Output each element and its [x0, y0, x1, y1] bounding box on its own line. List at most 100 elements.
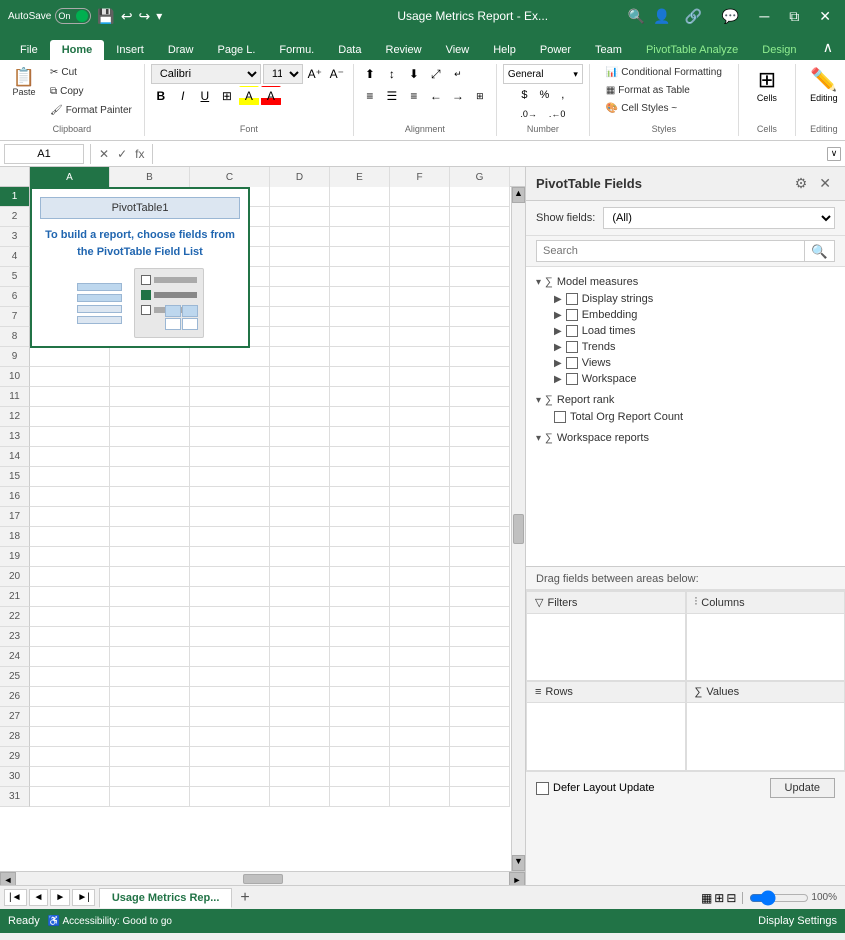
cell-B17[interactable] — [110, 507, 190, 527]
cell-C26[interactable] — [190, 687, 270, 707]
cell-B28[interactable] — [110, 727, 190, 747]
share-button[interactable]: 🔗 — [678, 6, 707, 27]
cell-B19[interactable] — [110, 547, 190, 567]
cell-E26[interactable] — [330, 687, 390, 707]
cell-G30[interactable] — [450, 767, 510, 787]
cell-F1[interactable] — [390, 187, 450, 207]
cell-C21[interactable] — [190, 587, 270, 607]
cell-G6[interactable] — [450, 287, 510, 307]
cell-A13[interactable] — [30, 427, 110, 447]
field-load-times[interactable]: ▶ Load times — [526, 323, 845, 339]
cell-F18[interactable] — [390, 527, 450, 547]
cell-B18[interactable] — [110, 527, 190, 547]
minimize-button[interactable]: ─ — [753, 6, 775, 26]
cell-F21[interactable] — [390, 587, 450, 607]
cell-F27[interactable] — [390, 707, 450, 727]
workspace-reports-header[interactable]: ▾ ∑ Workspace reports — [526, 429, 845, 447]
cell-E23[interactable] — [330, 627, 390, 647]
cell-D20[interactable] — [270, 567, 330, 587]
scroll-up-btn[interactable]: ▲ — [512, 187, 525, 203]
cell-A20[interactable] — [30, 567, 110, 587]
cell-F23[interactable] — [390, 627, 450, 647]
cell-E5[interactable] — [330, 267, 390, 287]
tab-home[interactable]: Home — [50, 40, 105, 60]
cell-G8[interactable] — [450, 327, 510, 347]
cell-A23[interactable] — [30, 627, 110, 647]
cell-E21[interactable] — [330, 587, 390, 607]
wrap-text-button[interactable]: ↵ — [448, 64, 468, 84]
decrease-decimal-button[interactable]: .←0 — [544, 106, 571, 122]
views-checkbox[interactable] — [566, 357, 578, 369]
cell-A14[interactable] — [30, 447, 110, 467]
cell-C17[interactable] — [190, 507, 270, 527]
scroll-down-btn[interactable]: ▼ — [512, 855, 525, 871]
angle-text-button[interactable]: ⤢ — [426, 64, 446, 84]
cell-E12[interactable] — [330, 407, 390, 427]
align-left-button[interactable]: ≡ — [360, 86, 380, 106]
cell-G25[interactable] — [450, 667, 510, 687]
cell-C18[interactable] — [190, 527, 270, 547]
tab-team[interactable]: Team — [583, 40, 634, 60]
increase-font-icon[interactable]: A⁺ — [305, 64, 325, 84]
cell-D7[interactable] — [270, 307, 330, 327]
cell-F17[interactable] — [390, 507, 450, 527]
vertical-scrollbar[interactable]: ▲ ▼ — [511, 187, 525, 871]
cell-D26[interactable] — [270, 687, 330, 707]
sheet-prev-btn[interactable]: ◄ — [29, 889, 49, 906]
cell-D14[interactable] — [270, 447, 330, 467]
col-header-c[interactable]: C — [190, 167, 270, 187]
pivot-panel-close-button[interactable]: ✕ — [815, 173, 835, 194]
cell-E10[interactable] — [330, 367, 390, 387]
cell-F13[interactable] — [390, 427, 450, 447]
cell-D29[interactable] — [270, 747, 330, 767]
cell-F8[interactable] — [390, 327, 450, 347]
cell-D2[interactable] — [270, 207, 330, 227]
pivot-search-input[interactable] — [536, 240, 805, 262]
cell-E31[interactable] — [330, 787, 390, 807]
cell-B11[interactable] — [110, 387, 190, 407]
cell-D27[interactable] — [270, 707, 330, 727]
cell-E14[interactable] — [330, 447, 390, 467]
tab-formulas[interactable]: Formu. — [267, 40, 326, 60]
cell-A9[interactable] — [30, 347, 110, 367]
cell-G29[interactable] — [450, 747, 510, 767]
display-settings-button[interactable]: Display Settings — [758, 915, 837, 927]
cell-B29[interactable] — [110, 747, 190, 767]
cell-A21[interactable] — [30, 587, 110, 607]
align-top-button[interactable]: ⬆ — [360, 64, 380, 84]
formula-bar-expand[interactable]: ∨ — [827, 147, 841, 161]
horizontal-scrollbar[interactable]: ◄ ► — [0, 871, 525, 885]
tab-power[interactable]: Power — [528, 40, 583, 60]
cell-C9[interactable] — [190, 347, 270, 367]
drop-zone-rows[interactable]: ≡ Rows — [526, 681, 686, 771]
quick-access-undo[interactable]: ↩ — [121, 8, 133, 25]
increase-indent-button[interactable]: → — [448, 86, 468, 106]
cell-F22[interactable] — [390, 607, 450, 627]
filters-drop-content[interactable] — [527, 614, 685, 674]
cell-F7[interactable] — [390, 307, 450, 327]
quick-access-redo[interactable]: ↪ — [139, 8, 151, 25]
percent-button[interactable]: % — [534, 86, 554, 104]
cell-C10[interactable] — [190, 367, 270, 387]
cell-C11[interactable] — [190, 387, 270, 407]
cell-E25[interactable] — [330, 667, 390, 687]
cell-F29[interactable] — [390, 747, 450, 767]
cell-G21[interactable] — [450, 587, 510, 607]
model-measures-header[interactable]: ▾ ∑ Model measures — [526, 273, 845, 291]
cell-B16[interactable] — [110, 487, 190, 507]
cell-D4[interactable] — [270, 247, 330, 267]
field-display-strings[interactable]: ▶ Display strings — [526, 291, 845, 307]
cell-E18[interactable] — [330, 527, 390, 547]
cell-C13[interactable] — [190, 427, 270, 447]
cell-G1[interactable] — [450, 187, 510, 207]
cell-F2[interactable] — [390, 207, 450, 227]
increase-decimal-button[interactable]: .0→ — [515, 106, 542, 122]
cell-A30[interactable] — [30, 767, 110, 787]
underline-button[interactable]: U — [195, 86, 215, 106]
normal-view-icon[interactable]: ▦ — [701, 891, 712, 905]
cut-button[interactable]: ✂ Cut — [44, 64, 138, 81]
tab-draw[interactable]: Draw — [156, 40, 206, 60]
cell-D31[interactable] — [270, 787, 330, 807]
paste-button[interactable]: 📋 Paste — [6, 64, 42, 101]
field-views[interactable]: ▶ Views — [526, 355, 845, 371]
